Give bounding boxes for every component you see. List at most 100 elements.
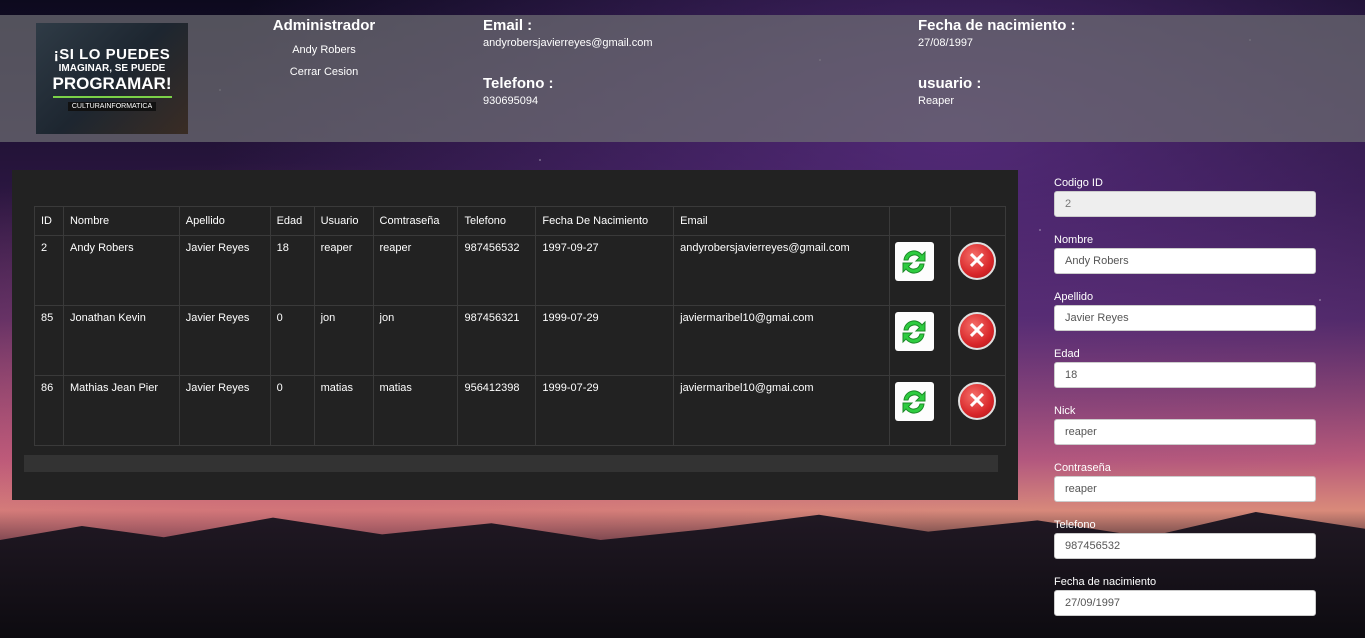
cell-apellido: Javier Reyes	[178, 235, 271, 306]
column-header-actions-2	[949, 206, 1007, 236]
cell-id: 85	[34, 305, 64, 376]
cell-id: 86	[34, 375, 64, 446]
profile-header: ¡SI LO PUEDES IMAGINAR, SE PUEDE PROGRAM…	[0, 15, 1365, 142]
nombre-field[interactable]: Andy Robers	[1054, 248, 1316, 274]
username-label: usuario :	[918, 75, 982, 92]
cell-edad: 0	[269, 375, 315, 446]
edad-field[interactable]: 18	[1054, 362, 1316, 388]
cell-fecha: 1999-07-29	[535, 305, 675, 376]
cell-edit	[888, 375, 951, 446]
nick-label: Nick	[1054, 405, 1076, 417]
cell-fecha: 1997-09-27	[535, 235, 675, 306]
phone-value: 930695094	[483, 95, 539, 107]
cell-email: andyrobersjavierreyes@gmail.com	[673, 235, 890, 306]
password-field[interactable]: reaper	[1054, 476, 1316, 502]
table-header-row: ID Nombre Apellido Edad Usuario Comtrase…	[34, 206, 1007, 236]
refresh-icon	[902, 319, 926, 344]
id-label: Codigo ID	[1054, 177, 1103, 189]
column-header-email: Email	[673, 206, 890, 236]
logo-text-3: PROGRAMAR!	[52, 74, 172, 98]
admin-block: Administrador Andy Robers Cerrar Cesion	[272, 17, 376, 80]
cell-telefono: 987456532	[457, 235, 537, 306]
cell-contrasena: jon	[372, 305, 459, 376]
users-table: ID Nombre Apellido Edad Usuario Comtrase…	[34, 206, 1007, 446]
column-header-telefono: Telefono	[457, 206, 537, 236]
users-table-panel: ID Nombre Apellido Edad Usuario Comtrase…	[12, 170, 1018, 500]
column-header-contrasena: Comtraseña	[372, 206, 459, 236]
table-row[interactable]: 85 Jonathan Kevin Javier Reyes 0 jon jon…	[34, 305, 1007, 376]
user-name: Andy Robers	[292, 44, 356, 56]
apellido-field[interactable]: Javier Reyes	[1054, 305, 1316, 331]
cell-nombre: Mathias Jean Pier	[62, 375, 180, 446]
delete-icon: ✕	[967, 388, 987, 413]
cell-edad: 18	[269, 235, 315, 306]
form-group-telefono: Telefono 987456532	[1054, 519, 1316, 576]
refresh-icon	[902, 389, 926, 414]
edit-button[interactable]	[894, 312, 934, 351]
email-value: andyrobersjavierreyes@gmail.com	[483, 37, 653, 49]
cell-id: 2	[34, 235, 64, 306]
horizontal-scrollbar[interactable]	[24, 455, 998, 472]
birth-value: 27/08/1997	[918, 37, 974, 49]
delete-button[interactable]: ✕	[957, 382, 996, 420]
form-group-apellido: Apellido Javier Reyes	[1054, 291, 1316, 348]
delete-button[interactable]: ✕	[957, 312, 996, 350]
fecha-label: Fecha de nacimiento	[1054, 576, 1157, 588]
apellido-label: Apellido	[1054, 291, 1094, 303]
cell-contrasena: reaper	[372, 235, 459, 306]
fecha-field[interactable]: 27/09/1997	[1054, 590, 1316, 616]
telefono-label: Telefono	[1054, 519, 1096, 531]
logo-image: ¡SI LO PUEDES IMAGINAR, SE PUEDE PROGRAM…	[36, 23, 188, 134]
cell-telefono: 956412398	[457, 375, 537, 446]
cell-delete: ✕	[949, 305, 1007, 376]
form-group-nombre: Nombre Andy Robers	[1054, 234, 1316, 291]
id-field: 2	[1054, 191, 1316, 217]
cell-edad: 0	[269, 305, 315, 376]
column-header-id: ID	[34, 206, 64, 236]
delete-icon: ✕	[967, 318, 987, 343]
cell-usuario: jon	[313, 305, 374, 376]
form-group-nick: Nick reaper	[1054, 405, 1316, 462]
nick-field[interactable]: reaper	[1054, 419, 1316, 445]
cell-delete: ✕	[949, 235, 1007, 306]
role-title: Administrador	[272, 17, 376, 34]
birth-label: Fecha de nacimiento :	[918, 17, 1076, 34]
cell-nombre: Jonathan Kevin	[62, 305, 180, 376]
logout-link[interactable]: Cerrar Cesion	[290, 66, 358, 78]
cell-contrasena: matias	[372, 375, 459, 446]
cell-email: javiermaribel10@gmai.com	[673, 375, 890, 446]
logo-text-2: IMAGINAR, SE PUEDE	[58, 63, 166, 74]
column-header-fecha: Fecha De Nacimiento	[535, 206, 675, 236]
refresh-icon	[902, 249, 926, 274]
column-header-apellido: Apellido	[178, 206, 271, 236]
nombre-label: Nombre	[1054, 234, 1094, 246]
logo-text-4: CULTURAINFORMATICA	[67, 102, 157, 111]
edit-button[interactable]	[894, 382, 934, 421]
telefono-field[interactable]: 987456532	[1054, 533, 1316, 559]
phone-label: Telefono :	[483, 75, 554, 92]
cell-nombre: Andy Robers	[62, 235, 180, 306]
password-label: Contraseña	[1054, 462, 1111, 474]
cell-delete: ✕	[949, 375, 1007, 446]
logo-text-1: ¡SI LO PUEDES	[53, 46, 171, 63]
table-row[interactable]: 2 Andy Robers Javier Reyes 18 reaper rea…	[34, 235, 1007, 306]
column-header-usuario: Usuario	[313, 206, 374, 236]
cell-edit	[888, 235, 951, 306]
table-row[interactable]: 86 Mathias Jean Pier Javier Reyes 0 mati…	[34, 375, 1007, 446]
column-header-nombre: Nombre	[62, 206, 180, 236]
cell-apellido: Javier Reyes	[178, 375, 271, 446]
user-edit-form: Codigo ID 2 Nombre Andy Robers Apellido …	[1054, 177, 1316, 633]
cell-email: javiermaribel10@gmai.com	[673, 305, 890, 376]
cell-edit	[888, 305, 951, 376]
edit-button[interactable]	[894, 242, 934, 281]
form-group-edad: Edad 18	[1054, 348, 1316, 405]
form-group-fecha: Fecha de nacimiento 27/09/1997	[1054, 576, 1316, 633]
form-group-password: Contraseña reaper	[1054, 462, 1316, 519]
cell-telefono: 987456321	[457, 305, 537, 376]
column-header-actions	[888, 206, 951, 236]
cell-apellido: Javier Reyes	[178, 305, 271, 376]
cell-fecha: 1999-07-29	[535, 375, 675, 446]
cell-usuario: reaper	[313, 235, 374, 306]
delete-button[interactable]: ✕	[957, 242, 996, 280]
delete-icon: ✕	[967, 248, 987, 273]
